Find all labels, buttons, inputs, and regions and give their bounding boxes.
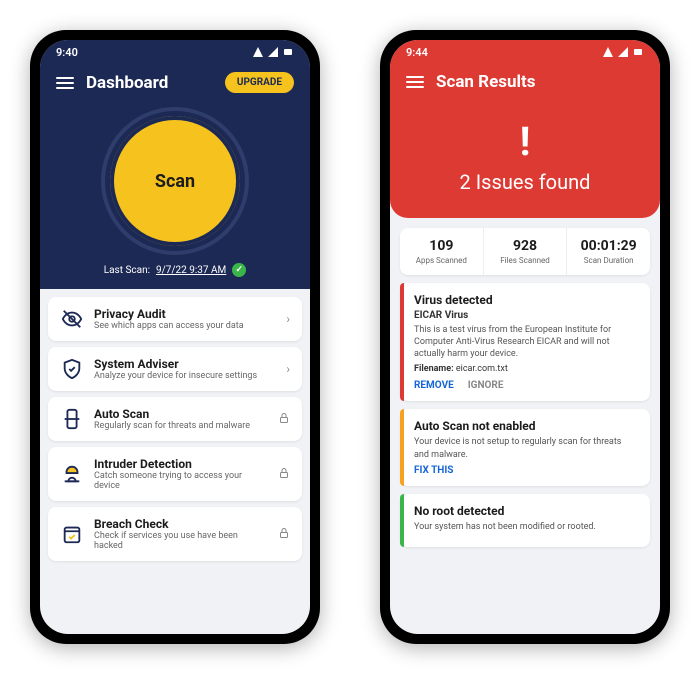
feature-system-adviser[interactable]: System Adviser Analyze your device for i…: [48, 347, 302, 391]
feature-list: Privacy Audit See which apps can access …: [40, 289, 310, 569]
stat-files-scanned: 928 Files Scanned: [484, 228, 568, 275]
scan-label: Scan: [155, 171, 195, 192]
chevron-right-icon: ›: [286, 312, 290, 326]
feature-title: Auto Scan: [94, 407, 268, 421]
calendar-check-icon: [60, 522, 84, 546]
feature-subtitle: Check if services you use have been hack…: [94, 531, 268, 551]
stat-value: 928: [488, 238, 563, 254]
result-description: This is a test virus from the European I…: [414, 324, 638, 360]
result-description: Your system has not been modified or roo…: [414, 521, 638, 533]
result-virus-detected: Virus detected EICAR Virus This is a tes…: [400, 283, 650, 401]
scan-button[interactable]: Scan: [101, 107, 249, 255]
last-scan-time: 9/7/22 9:37 AM: [156, 265, 226, 276]
shield-check-icon: [60, 357, 84, 381]
feature-subtitle: Regularly scan for threats and malware: [94, 421, 268, 431]
fix-this-button[interactable]: FIX THIS: [414, 465, 453, 476]
stat-label: Scan Duration: [571, 256, 646, 265]
page-title: Scan Results: [436, 72, 644, 92]
result-autoscan-disabled: Auto Scan not enabled Your device is not…: [400, 409, 650, 485]
stat-value: 00:01:29: [571, 238, 646, 254]
lock-icon: [278, 527, 290, 542]
status-time: 9:40: [56, 46, 78, 59]
remove-button[interactable]: REMOVE: [414, 380, 454, 391]
upgrade-button[interactable]: UPGRADE: [225, 72, 294, 93]
hamburger-icon[interactable]: [56, 74, 74, 92]
result-title: No root detected: [414, 504, 638, 518]
ignore-button[interactable]: IGNORE: [468, 380, 504, 391]
feature-privacy-audit[interactable]: Privacy Audit See which apps can access …: [48, 297, 302, 341]
check-icon: ✓: [232, 263, 246, 277]
hamburger-icon[interactable]: [406, 73, 424, 91]
scan-stats: 109 Apps Scanned 928 Files Scanned 00:01…: [400, 228, 650, 275]
feature-subtitle: See which apps can access your data: [94, 321, 276, 331]
status-icons: [602, 46, 644, 58]
stat-scan-duration: 00:01:29 Scan Duration: [567, 228, 650, 275]
status-bar: 9:40: [40, 40, 310, 64]
status-bar: 9:44: [390, 40, 660, 64]
stat-label: Files Scanned: [488, 256, 563, 265]
feature-title: Breach Check: [94, 517, 268, 531]
status-icons: [252, 46, 294, 58]
eye-slash-icon: [60, 307, 84, 331]
feature-title: Privacy Audit: [94, 307, 276, 321]
feature-title: Intruder Detection: [94, 457, 268, 471]
issues-count: 2 Issues found: [460, 170, 591, 194]
alarm-icon: [60, 462, 84, 486]
dashboard-header: Dashboard UPGRADE Scan Last Scan: 9/7/22…: [40, 64, 310, 289]
feature-breach-check[interactable]: Breach Check Check if services you use h…: [48, 507, 302, 561]
last-scan-info[interactable]: Last Scan: 9/7/22 9:37 AM ✓: [104, 263, 247, 277]
feature-intruder-detection[interactable]: Intruder Detection Catch someone trying …: [48, 447, 302, 501]
feature-subtitle: Catch someone trying to access your devi…: [94, 471, 268, 491]
result-list: Virus detected EICAR Virus This is a tes…: [390, 283, 660, 547]
stat-apps-scanned: 109 Apps Scanned: [400, 228, 484, 275]
last-scan-prefix: Last Scan:: [104, 265, 150, 276]
result-title: Virus detected: [414, 293, 638, 307]
lock-icon: [278, 467, 290, 482]
feature-title: System Adviser: [94, 357, 276, 371]
stat-value: 109: [404, 238, 479, 254]
feature-auto-scan[interactable]: Auto Scan Regularly scan for threats and…: [48, 397, 302, 441]
phone-scan-icon: [60, 407, 84, 431]
result-no-root: No root detected Your system has not bee…: [400, 494, 650, 547]
status-time: 9:44: [406, 46, 428, 59]
result-title: Auto Scan not enabled: [414, 419, 638, 433]
virus-name: EICAR Virus: [414, 310, 638, 321]
lock-icon: [278, 412, 290, 427]
feature-subtitle: Analyze your device for insecure setting…: [94, 371, 276, 381]
results-header: Scan Results ! 2 Issues found: [390, 64, 660, 218]
chevron-right-icon: ›: [286, 362, 290, 376]
result-filename: Filename: eicar.com.txt: [414, 364, 638, 374]
stat-label: Apps Scanned: [404, 256, 479, 265]
result-description: Your device is not setup to regularly sc…: [414, 436, 638, 460]
warning-icon: !: [520, 122, 531, 162]
page-title: Dashboard: [86, 73, 213, 93]
